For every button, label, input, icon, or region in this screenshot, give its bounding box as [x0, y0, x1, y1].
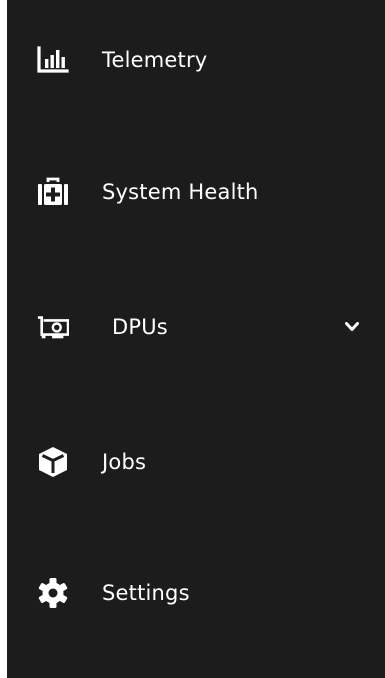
sidebar-item-label: Jobs [102, 449, 147, 474]
sidebar-item-telemetry[interactable]: Telemetry [7, 30, 385, 90]
sidebar-item-label: Telemetry [102, 47, 208, 72]
sidebar-item-dpus[interactable]: DPUs [7, 297, 385, 357]
sidebar-item-system-health[interactable]: System Health [7, 162, 385, 222]
bar-chart-icon [37, 44, 69, 76]
sidebar-item-label: Settings [102, 580, 190, 605]
sidebar-item-jobs[interactable]: Jobs [7, 432, 385, 492]
sidebar-item-settings[interactable]: Settings [7, 563, 385, 623]
sidebar-item-label: System Health [102, 179, 259, 204]
first-aid-kit-icon [37, 176, 69, 208]
sidebar-item-label: DPUs [112, 314, 168, 339]
cube-icon [37, 446, 69, 478]
chevron-down-icon[interactable] [345, 320, 359, 334]
sidebar-nav: Telemetry System Health DPUs Jobs Settin… [7, 0, 385, 678]
network-card-icon [37, 311, 69, 343]
gear-icon [37, 577, 69, 609]
